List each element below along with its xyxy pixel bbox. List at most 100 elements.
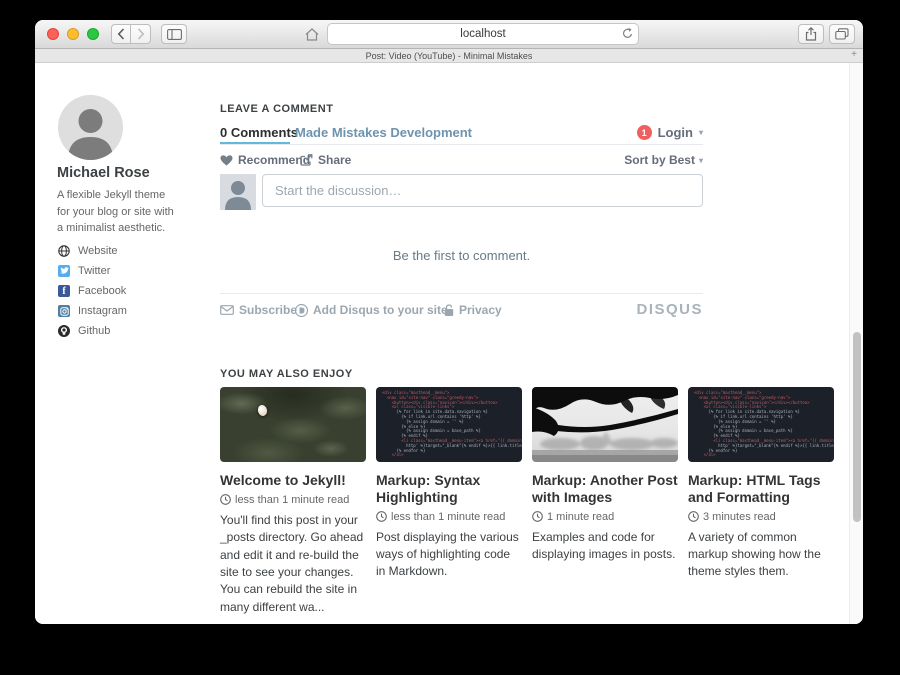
caret-down-icon: ▾: [699, 128, 703, 137]
address-bar[interactable]: localhost: [327, 23, 639, 45]
related-post-card: <div class="masthead__menu"> <nav id="si…: [688, 387, 834, 581]
post-excerpt: You'll find this post in your _posts dir…: [220, 512, 366, 616]
read-time: 1 minute read: [532, 511, 678, 523]
globe-icon: [58, 245, 70, 257]
screenshot-stage: localhost Post: Video (YouTube) - Minima…: [0, 0, 900, 675]
heart-icon: [220, 155, 233, 166]
community-link[interactable]: Made Mistakes Development: [295, 125, 472, 140]
person-silhouette-icon: [58, 95, 123, 160]
clock-icon: [376, 511, 387, 522]
scrollbar-thumb[interactable]: [853, 332, 861, 522]
related-post-card: <div class="masthead__menu"> <nav id="si…: [376, 387, 522, 581]
sidebar-item-instagram[interactable]: Instagram: [58, 301, 127, 321]
read-time: less than 1 minute read: [220, 494, 366, 506]
share-icon: [805, 27, 817, 41]
show-tabs-button[interactable]: [829, 24, 855, 44]
active-tab[interactable]: Post: Video (YouTube) - Minimal Mistakes: [366, 51, 533, 61]
related-heading: YOU MAY ALSO ENJOY: [220, 368, 353, 380]
subscribe-label: Subscribe: [239, 303, 297, 317]
person-silhouette-icon: [220, 174, 256, 210]
instagram-icon: [58, 305, 70, 317]
privacy-label: Privacy: [459, 303, 502, 317]
post-excerpt: A variety of common markup showing how t…: [688, 529, 834, 581]
tab-bar: Post: Video (YouTube) - Minimal Mistakes…: [35, 49, 863, 63]
sort-label: Sort by Best: [624, 153, 695, 167]
link-label: Github: [78, 325, 110, 337]
comment-count-tab[interactable]: 0 Comments: [220, 125, 298, 140]
scrollbar-track[interactable]: [849, 63, 863, 624]
tabs-overview-icon: [835, 28, 849, 40]
disqus-actions-row: Recommend Share Sort by Best ▾: [220, 153, 703, 169]
post-title-link[interactable]: Markup: Syntax Highlighting: [376, 472, 522, 506]
read-time-label: 3 minutes read: [703, 511, 776, 523]
privacy-link[interactable]: Privacy: [444, 303, 502, 317]
home-button[interactable]: [305, 28, 319, 41]
post-teaser-image[interactable]: [532, 387, 678, 462]
envelope-icon: [220, 305, 234, 315]
sidebar-item-twitter[interactable]: Twitter: [58, 261, 127, 281]
safari-window: localhost Post: Video (YouTube) - Minima…: [35, 20, 863, 624]
notification-badge: 1: [637, 125, 652, 140]
close-window-button[interactable]: [47, 28, 59, 40]
github-icon: [58, 325, 70, 337]
reload-button[interactable]: [622, 27, 633, 40]
sidebar-item-facebook[interactable]: f Facebook: [58, 281, 127, 301]
read-time-label: less than 1 minute read: [235, 494, 349, 506]
foggy-tree-image: [532, 387, 678, 462]
browser-toolbar: localhost: [35, 20, 863, 49]
post-teaser-image[interactable]: [220, 387, 366, 462]
minimize-window-button[interactable]: [67, 28, 79, 40]
traffic-lights: [47, 28, 99, 40]
page-content: Michael Rose A flexible Jekyll theme for…: [35, 63, 863, 624]
sidebar-item-github[interactable]: Github: [58, 321, 127, 341]
link-label: Website: [78, 245, 118, 257]
sidebar-toggle-button[interactable]: [161, 24, 187, 44]
add-disqus-link[interactable]: Add Disqus to your site: [295, 303, 448, 317]
login-label: Login: [658, 125, 693, 140]
post-title-link[interactable]: Markup: HTML Tags and Formatting: [688, 472, 834, 506]
caret-down-icon: ▾: [699, 156, 703, 165]
share-thread-button[interactable]: Share: [300, 153, 351, 167]
divider: [220, 144, 703, 145]
home-icon: [305, 28, 319, 41]
recommend-button[interactable]: Recommend: [220, 153, 310, 167]
login-menu[interactable]: 1 Login ▾: [637, 125, 703, 140]
sort-menu[interactable]: Sort by Best ▾: [624, 153, 703, 167]
comment-input[interactable]: [262, 174, 703, 207]
clock-icon: [688, 511, 699, 522]
sidebar-item-website[interactable]: Website: [58, 241, 127, 261]
read-time-label: less than 1 minute read: [391, 511, 505, 523]
post-teaser-image[interactable]: <div class="masthead__menu"> <nav id="si…: [688, 387, 834, 462]
add-disqus-label: Add Disqus to your site: [313, 303, 448, 317]
share-label: Share: [318, 153, 351, 167]
share-button[interactable]: [798, 24, 824, 44]
toolbar-right-buttons: [798, 24, 855, 44]
disqus-icon: [295, 304, 308, 317]
new-tab-button[interactable]: +: [851, 49, 857, 61]
read-time: less than 1 minute read: [376, 511, 522, 523]
related-post-card: Markup: Another Post with Images 1 minut…: [532, 387, 678, 563]
twitter-icon: [58, 265, 70, 277]
post-teaser-image[interactable]: <div class="masthead__menu"> <nav id="si…: [376, 387, 522, 462]
post-excerpt: Examples and code for displaying images …: [532, 529, 678, 564]
forward-button[interactable]: [131, 24, 151, 44]
subscribe-link[interactable]: Subscribe: [220, 303, 297, 317]
share-arrow-icon: [300, 154, 313, 166]
url-text: localhost: [460, 28, 505, 40]
chevron-right-icon: [137, 28, 145, 40]
lock-icon: [444, 304, 454, 317]
code-line: </ul>: [694, 453, 828, 458]
link-label: Instagram: [78, 305, 127, 317]
empty-thread-message: Be the first to comment.: [220, 248, 703, 263]
post-title-link[interactable]: Welcome to Jekyll!: [220, 472, 366, 489]
facebook-icon: f: [58, 285, 70, 297]
disqus-logo[interactable]: DISQUS: [636, 301, 703, 318]
post-title-link[interactable]: Markup: Another Post with Images: [532, 472, 678, 506]
zoom-window-button[interactable]: [87, 28, 99, 40]
reload-icon: [622, 27, 633, 40]
author-avatar: [58, 95, 123, 160]
commenter-avatar: [220, 174, 256, 210]
back-button[interactable]: [111, 24, 131, 44]
sidebar-icon: [167, 29, 182, 40]
history-nav-group: [111, 24, 151, 44]
